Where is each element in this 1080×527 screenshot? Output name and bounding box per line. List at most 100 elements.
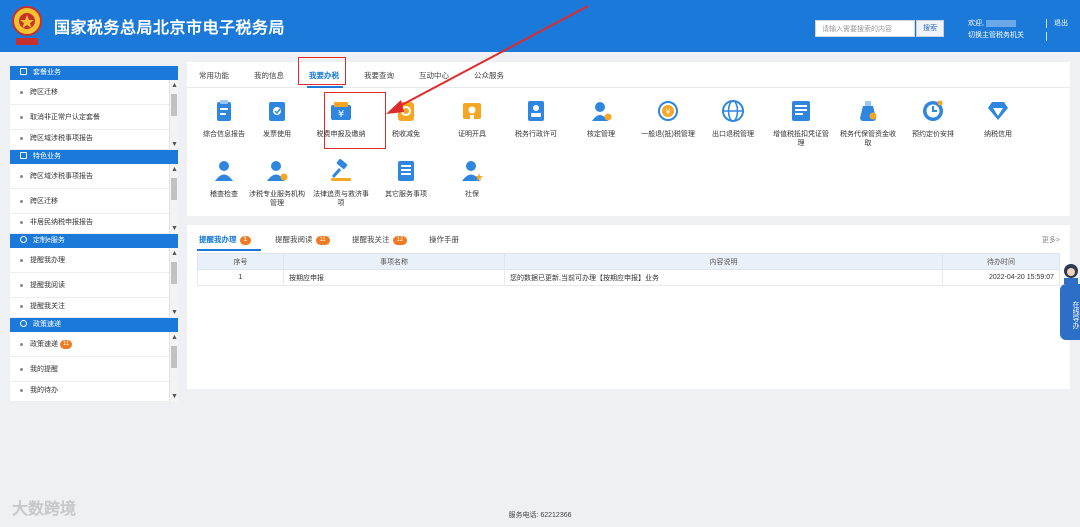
function-tile[interactable]: 增值税抵扣凭证管理 [771,98,831,148]
function-tile[interactable]: 税务代保管资金收取 [838,98,898,148]
column-header: 事项名称 [283,253,505,270]
sidebar-item[interactable]: 我的提醒 [10,357,178,382]
sidebar-item[interactable]: 跨区域涉税事项报告 [10,164,178,189]
sidebar-item[interactable]: 跨区迁移 [10,80,178,105]
tab-remind-todo[interactable]: 提醒我办理 1 [199,234,251,245]
sidebar: 套餐业务 跨区迁移 取消非正常户认定套餐 跨区域涉税事项报告 ▲ ▼ 特色业务 跨… [10,66,178,402]
username-redacted [985,19,1016,27]
highlight-box [298,57,346,85]
sidebar-section-list: 政策速递 11 我的提醒 我的待办 ▲ ▼ [10,332,178,402]
scrollbar[interactable]: ▲ ▼ [169,332,178,402]
more-link[interactable]: 更多> [1042,235,1060,245]
sidebar-section-header[interactable]: 特色业务 [10,150,178,164]
tab-remind-read[interactable]: 提醒我阅读 11 [275,234,330,245]
person-icon [20,320,27,327]
tab-public-service[interactable]: 公众服务 [474,70,504,81]
function-label: 其它服务事项 [385,191,427,198]
function-tile[interactable]: 涉税专业服务机构管理 [247,158,307,208]
sidebar-item[interactable]: 非居民纳税申报报告 [10,214,178,234]
function-tile[interactable]: 核定管理 [571,98,631,139]
reminder-panel: 提醒我办理 1 提醒我阅读 11 提醒我关注 12 操作手册 更多> 序号 事项名称 … [187,225,1070,389]
function-tile[interactable]: 纳税信用 [968,98,1028,139]
sidebar-item[interactable]: 提醒我办理 [10,248,178,273]
sidebar-item[interactable]: 跨区迁移 [10,189,178,214]
scrollbar[interactable]: ▲ ▼ [169,248,178,318]
user-info: 欢迎, 切换主管税务机关 [968,18,1024,42]
sidebar-item[interactable]: 提醒我关注 [10,298,178,318]
reminder-table: 序号 事项名称 内容说明 待办时间 1 按期应申报 您的数据已更新,当前可办理【… [197,253,1060,286]
top-header: 国家税务总局北京市电子税务局 请输入需要搜索的内容 搜索 欢迎, 切换主管税务机… [0,0,1080,52]
function-label: 纳税信用 [984,131,1012,138]
count-badge: 11 [60,340,73,349]
search-button[interactable]: 搜索 [916,20,944,37]
sidebar-section-header[interactable]: 定制e服务 [10,234,178,248]
divider [1046,19,1047,28]
function-tile[interactable]: 证明开具 [442,98,502,139]
welcome-text: 欢迎, [968,20,984,27]
money-bag-icon [855,98,881,124]
site-title: 国家税务总局北京市电子税务局 [54,20,286,37]
layers-icon [20,68,27,75]
column-header: 待办时间 [942,253,1060,270]
sidebar-item[interactable]: 我的待办 [10,382,178,402]
scrollbar[interactable]: ▲ ▼ [169,80,178,150]
tax-emblem-logo [12,6,42,45]
tab-query[interactable]: 我要查询 [364,70,394,81]
function-label: 预约定价安排 [912,131,954,138]
function-tile[interactable]: 预约定价安排 [903,98,963,139]
sidebar-item[interactable]: 跨区域涉税事项报告 [10,130,178,150]
sidebar-item[interactable]: 提醒我阅读 [10,273,178,298]
sidebar-item[interactable]: 取消非正常户认定套餐 [10,105,178,130]
function-tile[interactable]: 综合信息报告 [194,98,254,139]
wallet-yen-icon: ¥ [328,98,354,124]
sidebar-item[interactable]: 政策速递 11 [10,332,178,357]
tab-interaction[interactable]: 互动中心 [419,70,449,81]
sidebar-section-header[interactable]: 套餐业务 [10,66,178,80]
online-guide-button[interactable]: 在线导办 [1060,284,1080,340]
function-label: 税收减免 [392,131,420,138]
switch-org-link[interactable]: 切换主管税务机关 [968,30,1024,42]
person-badge-icon [264,158,290,184]
function-tile[interactable]: 税务行政许可 [506,98,566,139]
function-tile[interactable]: 其它服务事项 [376,158,436,199]
function-tile[interactable]: 出口退税管理 [703,98,763,139]
gavel-icon [328,158,354,184]
assistant-avatar-icon[interactable] [1060,262,1080,284]
tab-my-info[interactable]: 我的信息 [254,70,284,81]
function-label: 涉税专业服务机构管理 [249,191,305,207]
table-row[interactable]: 1 按期应申报 您的数据已更新,当前可办理【按期应申报】业务 2022-04-2… [197,269,1060,286]
person-star-icon [459,158,485,184]
svg-text:¥: ¥ [338,109,344,120]
divider [1046,32,1047,41]
cell-index: 1 [197,269,284,286]
function-label: 法律追责与救济事项 [313,191,369,207]
function-label: 出口退税管理 [712,131,754,138]
receipt-icon [788,98,814,124]
cell-item-name[interactable]: 按期应申报 [283,269,505,286]
clipboard-icon [211,98,237,124]
function-tile[interactable]: 发票使用 [247,98,307,139]
grid-icon [20,152,27,159]
function-label: 社保 [465,191,479,198]
function-panel: 常用功能 我的信息 我要办税 我要查询 互动中心 公众服务 综合信息报告 发票使用… [187,57,1070,216]
cell-time: 2022-04-20 15:59:07 [942,269,1060,286]
globe-icon [720,98,746,124]
search-input[interactable]: 请输入需要搜索的内容 [815,20,915,37]
scrollbar[interactable]: ▲ ▼ [169,164,178,234]
function-tile[interactable]: 税收减免 [376,98,436,139]
function-tile[interactable]: 法律追责与救济事项 [311,158,371,208]
logout-link[interactable]: 退出 [1054,18,1068,28]
function-tile[interactable]: ¥ 一般退(抵)税管理 [638,98,698,139]
function-tile[interactable]: 社保 [442,158,502,199]
function-label: 核定管理 [587,131,615,138]
function-tile[interactable]: 稽查检查 [194,158,254,199]
function-label: 一般退(抵)税管理 [641,131,695,138]
function-label: 稽查检查 [210,191,238,198]
function-label: 税费申报及缴纳 [316,131,366,138]
tab-common[interactable]: 常用功能 [199,70,229,81]
sidebar-section-header[interactable]: 政策速递 [10,318,178,332]
tab-manual[interactable]: 操作手册 [429,234,459,245]
id-card-icon [523,98,549,124]
function-tile[interactable]: ¥ 税费申报及缴纳 [311,98,371,139]
tab-remind-follow[interactable]: 提醒我关注 12 [352,234,408,245]
